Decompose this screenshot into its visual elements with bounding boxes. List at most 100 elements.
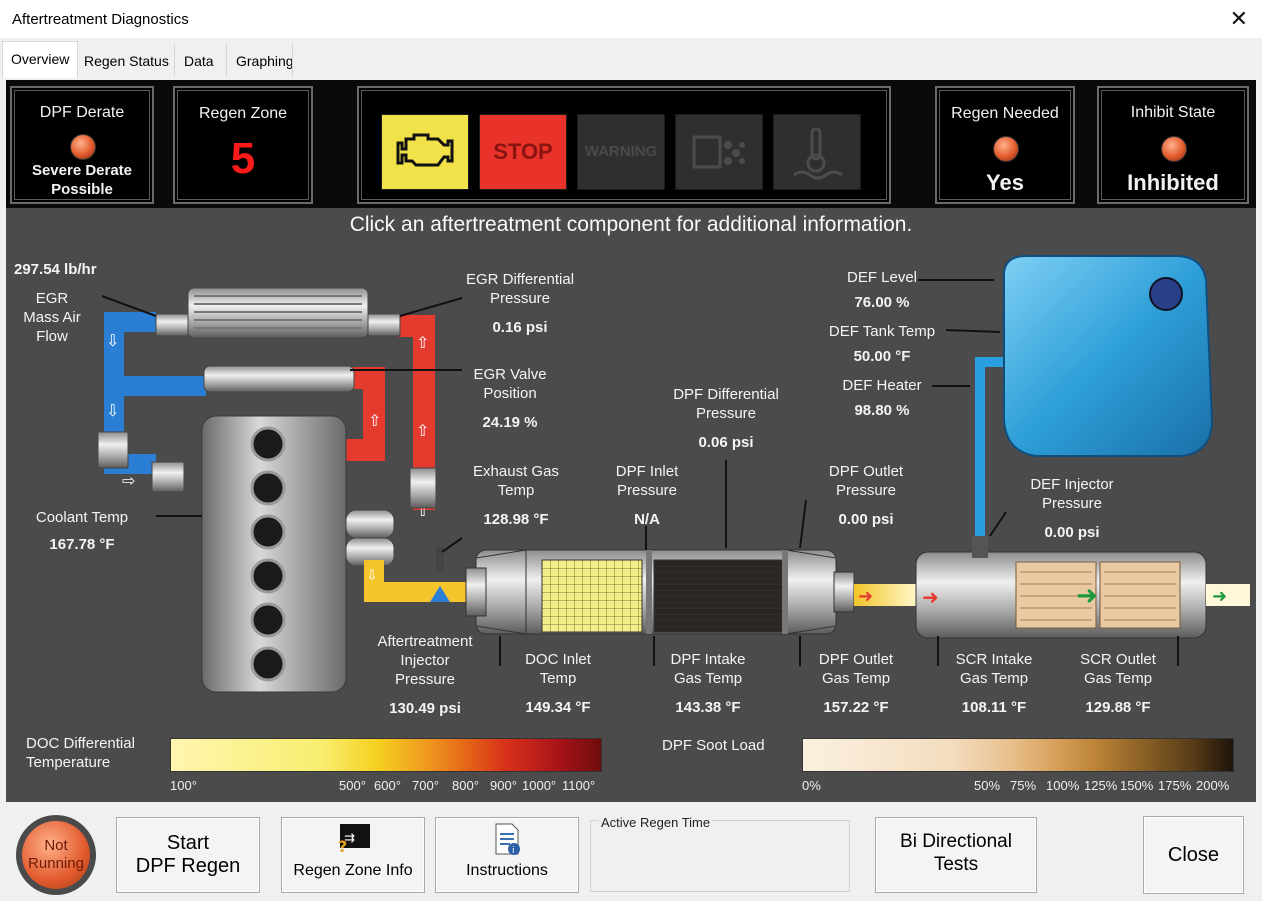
def-tank-temp-label: DEF Tank Temp xyxy=(828,323,936,340)
dpf-outlet-pressure-reading[interactable]: DPF Outlet Pressure 0.00 psi xyxy=(812,462,920,529)
dpf-diff-pressure-label-1: DPF Differential xyxy=(673,386,779,403)
regen-zone-info-label: Regen Zone Info xyxy=(293,862,413,879)
at-injector-pressure-label-3: Pressure xyxy=(394,671,456,688)
egr-diff-pressure-label-2: Pressure xyxy=(489,290,551,307)
egr-valve-position-label-1: EGR Valve xyxy=(473,366,547,383)
egr-valve xyxy=(203,365,355,393)
def-heater-value: 98.80 % xyxy=(854,402,910,419)
tab-regen-status[interactable]: Regen Status xyxy=(75,43,178,79)
dpf-intake-gas-temp-reading[interactable]: DPF Intake Gas Temp 143.38 °F xyxy=(656,650,760,717)
doc-inlet-temp-reading[interactable]: DOC Inlet Temp 149.34 °F xyxy=(506,650,610,717)
coolant-temp-label: Coolant Temp xyxy=(35,509,129,526)
doc-diff-tick: 500° xyxy=(339,778,366,793)
svg-text:⇨: ⇨ xyxy=(122,471,135,490)
dpf-outlet-gas-temp-reading[interactable]: DPF Outlet Gas Temp 157.22 °F xyxy=(804,650,908,717)
doc-diff-tick: 800° xyxy=(452,778,479,793)
def-injector-pressure-reading[interactable]: DEF Injector Pressure 0.00 psi xyxy=(1012,475,1132,542)
def-tank-temp-reading[interactable]: DEF Tank Temp 50.00 °F xyxy=(812,322,952,366)
scr-intake-gas-temp-reading[interactable]: SCR Intake Gas Temp 108.11 °F xyxy=(942,650,1046,717)
dpf-inlet-pressure-value: N/A xyxy=(634,511,660,528)
not-running-lamp-icon: Not Running xyxy=(22,821,90,889)
egr-mass-air-flow-value: 297.54 lb/hr xyxy=(14,261,97,278)
tab-strip: Overview Regen Status Data Graphing xyxy=(0,40,1262,80)
dpf-element xyxy=(653,559,783,633)
tab-overview[interactable]: Overview xyxy=(2,41,79,78)
doc-diff-temp-label-1: DOC Differential xyxy=(26,735,135,752)
def-level-value: 76.00 % xyxy=(854,294,910,311)
def-heater-reading[interactable]: DEF Heater 98.80 % xyxy=(822,376,942,420)
scr-outlet-gas-temp-reading[interactable]: SCR Outlet Gas Temp 129.88 °F xyxy=(1066,650,1170,717)
active-regen-time-group: Active Regen Time xyxy=(590,815,850,892)
instructions-button[interactable]: i Instructions xyxy=(435,817,579,893)
dpf-outlet-pressure-label-1: DPF Outlet xyxy=(828,463,904,480)
coolant-temp-value: 167.78 °F xyxy=(49,536,115,553)
egr-diff-pressure-reading[interactable]: EGR Differential Pressure 0.16 psi xyxy=(450,270,590,337)
svg-text:➜: ➜ xyxy=(1076,581,1098,611)
egr-mass-air-flow-label-2: Mass Air xyxy=(23,309,81,326)
scr-outlet-gas-temp-label-2: Gas Temp xyxy=(1083,670,1153,687)
dpf-soot-load-label: DPF Soot Load xyxy=(662,737,765,754)
scr-outlet-gas-temp-label-1: SCR Outlet xyxy=(1080,651,1156,668)
egr-valve-position-reading[interactable]: EGR Valve Position 24.19 % xyxy=(450,365,570,432)
svg-text:⇧: ⇧ xyxy=(416,421,429,440)
soot-tick: 75% xyxy=(1010,778,1037,793)
svg-text:i: i xyxy=(512,846,515,856)
egr-valve-position-value: 24.19 % xyxy=(482,414,538,431)
doc-diff-tick: 900° xyxy=(490,778,517,793)
start-dpf-regen-button[interactable]: Start DPF Regen xyxy=(116,817,260,893)
dpf-intake-gas-temp-label-2: Gas Temp xyxy=(673,670,743,687)
tab-data[interactable]: Data xyxy=(175,43,223,79)
scr-intake-gas-temp-label-1: SCR Intake xyxy=(955,651,1033,668)
scr-outlet-gas-temp-value: 129.88 °F xyxy=(1085,699,1151,716)
soot-tick: 200% xyxy=(1196,778,1230,793)
svg-text:⇧: ⇧ xyxy=(368,411,381,430)
regen-zone-info-button[interactable]: ⇉ ? Regen Zone Info xyxy=(281,817,425,893)
not-running-line1: Not xyxy=(44,837,68,854)
dpf-outlet-gas-temp-value: 157.22 °F xyxy=(823,699,889,716)
dpf-outlet-gas-temp-label-2: Gas Temp xyxy=(821,670,891,687)
dpf-inlet-pressure-label-2: Pressure xyxy=(616,482,678,499)
dpf-intake-gas-temp-value: 143.38 °F xyxy=(675,699,741,716)
dpf-diff-pressure-reading[interactable]: DPF Differential Pressure 0.06 psi xyxy=(654,385,798,452)
dpf-intake-gas-temp-label-1: DPF Intake xyxy=(670,651,746,668)
soot-tick: 50% xyxy=(974,778,1001,793)
dpf-diff-pressure-value: 0.06 psi xyxy=(698,434,754,451)
def-heater-label: DEF Heater xyxy=(842,377,922,394)
title-bar: Aftertreatment Diagnostics ✕ xyxy=(0,0,1262,38)
dpf-inlet-pressure-label-1: DPF Inlet xyxy=(615,463,679,480)
not-running-indicator: Not Running xyxy=(16,815,96,895)
instructions-label: Instructions xyxy=(466,862,548,879)
dpf-outlet-pressure-label-2: Pressure xyxy=(835,482,897,499)
doc-diff-tick: 100° xyxy=(170,778,197,793)
dpf-diff-pressure-label-2: Pressure xyxy=(695,405,757,422)
doc-inlet-temp-value: 149.34 °F xyxy=(525,699,591,716)
def-tank-temp-value: 50.00 °F xyxy=(853,348,911,365)
def-supply-line xyxy=(975,357,1006,542)
window-title: Aftertreatment Diagnostics xyxy=(12,11,189,28)
svg-text:⇩: ⇩ xyxy=(106,331,119,350)
bi-directional-label-1: Bi Directional xyxy=(900,831,1012,852)
at-injector-pressure-value: 130.49 psi xyxy=(389,700,461,717)
instructions-document-icon: i xyxy=(495,823,520,856)
at-injector-pressure-label-1: Aftertreatment xyxy=(377,633,473,650)
dpf-outlet-gas-temp-label-1: DPF Outlet xyxy=(818,651,894,668)
doc-diff-temp-scale xyxy=(170,738,602,772)
window-close-icon[interactable]: ✕ xyxy=(1230,6,1248,32)
regen-zone-info-icon: ⇉ ? xyxy=(338,824,370,852)
def-level-reading[interactable]: DEF Level 76.00 % xyxy=(822,268,942,312)
tab-divider xyxy=(292,44,293,76)
egr-mass-air-flow-label-1: EGR xyxy=(35,290,69,307)
egr-diff-pressure-label-1: EGR Differential xyxy=(465,271,575,288)
at-injector-pressure-reading[interactable]: Aftertreatment Injector Pressure 130.49 … xyxy=(362,632,488,718)
coolant-temp-reading[interactable]: Coolant Temp 167.78 °F xyxy=(22,508,142,554)
soot-tick: 100% xyxy=(1046,778,1080,793)
dpf-inlet-pressure-reading[interactable]: DPF Inlet Pressure N/A xyxy=(602,462,692,529)
svg-text:➜: ➜ xyxy=(1212,586,1227,607)
exhaust-gas-temp-label-1: Exhaust Gas xyxy=(473,463,559,480)
egr-mass-air-flow-label[interactable]: EGR Mass Air Flow xyxy=(12,289,92,346)
not-running-line2: Running xyxy=(28,855,84,872)
doc-diff-temp-label: DOC Differential Temperature xyxy=(26,734,156,772)
close-button[interactable]: Close xyxy=(1143,816,1244,894)
exhaust-gas-temp-reading[interactable]: Exhaust Gas Temp 128.98 °F xyxy=(460,462,572,529)
bi-directional-tests-button[interactable]: Bi Directional Tests xyxy=(875,817,1037,893)
